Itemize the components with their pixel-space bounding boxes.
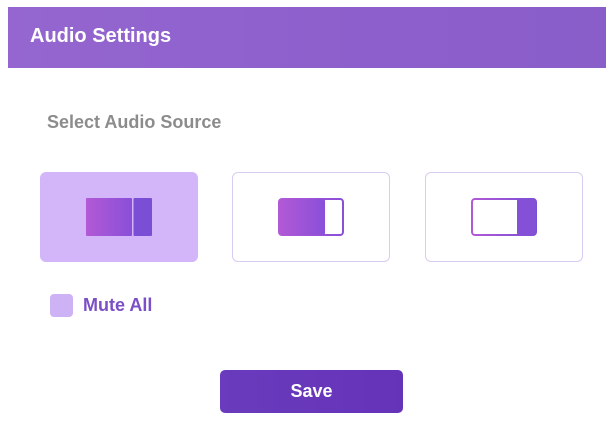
audio-source-option-both[interactable]: [40, 172, 198, 262]
dialog-header: Audio Settings: [8, 7, 606, 68]
save-button[interactable]: Save: [220, 370, 403, 413]
mute-all-label[interactable]: Mute All: [83, 295, 152, 316]
right-panel-icon: [471, 198, 537, 236]
mute-all-checkbox[interactable]: [50, 293, 73, 317]
mute-all-row[interactable]: Mute All: [50, 293, 152, 317]
dialog-title: Audio Settings: [30, 25, 172, 47]
audio-source-option-left[interactable]: [232, 172, 390, 262]
dual-panel-icon: [86, 198, 152, 236]
left-panel-icon: [278, 198, 344, 236]
audio-settings-dialog: Audio Settings Select Audio Source Mute …: [0, 0, 606, 442]
audio-source-option-right[interactable]: [425, 172, 583, 262]
audio-source-label: Select Audio Source: [47, 112, 222, 132]
